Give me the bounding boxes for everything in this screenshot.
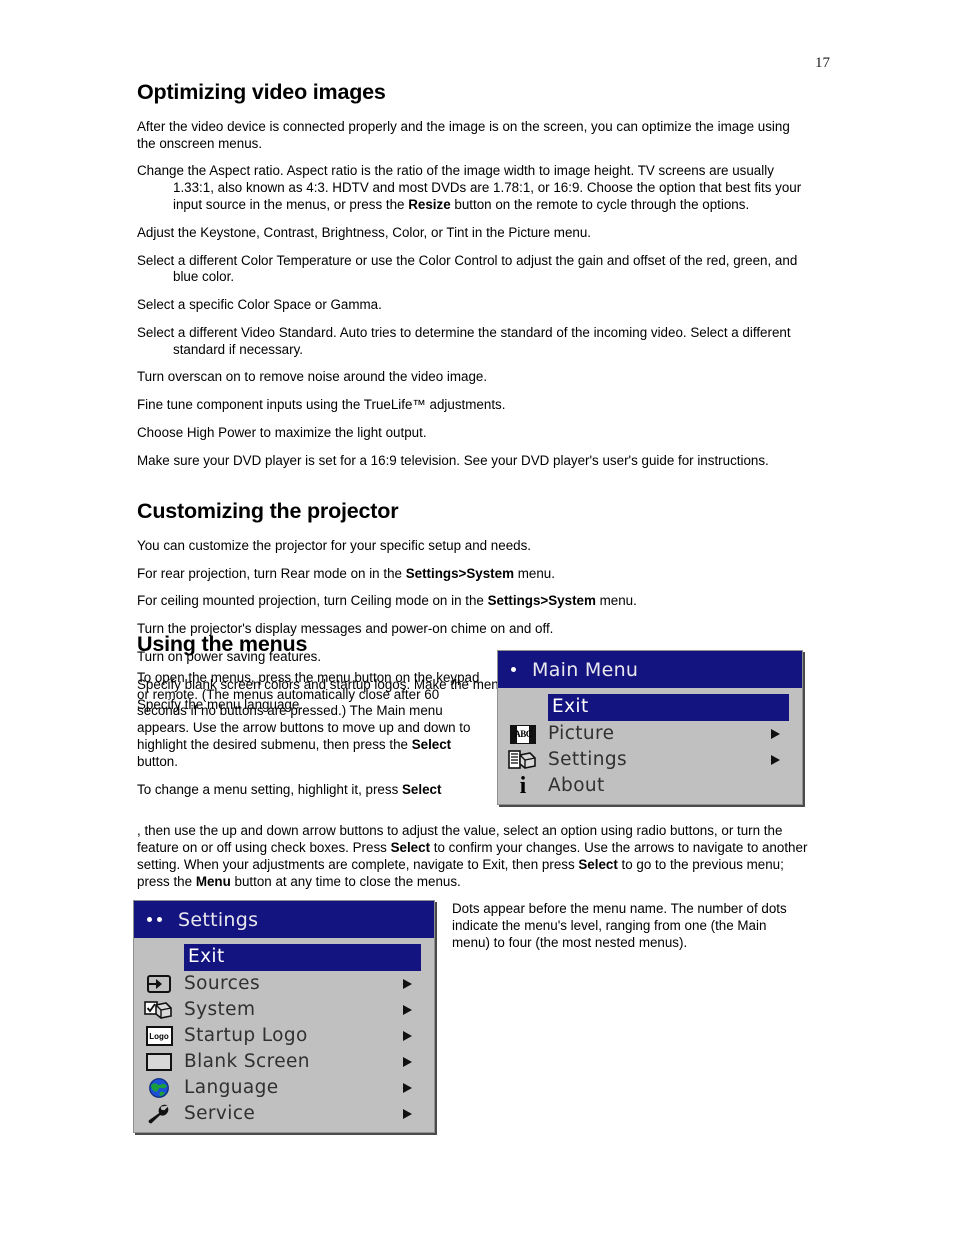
select-button-ref-3: Select: [390, 840, 431, 856]
optimizing-item-dvd-player: Make sure your DVD player is set for a 1…: [137, 452, 769, 468]
blank-screen-icon: [134, 1049, 184, 1075]
optimizing-item-aspect-ratio-tail: button on the remote to cycle through th…: [450, 196, 750, 212]
optimizing-item-video-standard: Select a different Video Standard. Auto …: [137, 324, 791, 357]
page-title-optimizing: Optimizing video images: [137, 80, 386, 104]
osd-main-menu-title-bar: Main Menu: [498, 651, 802, 688]
logo-box-icon-text: Logo: [145, 1026, 173, 1046]
osd-main-menu-item-about-label: About: [548, 774, 605, 796]
osd-main-menu-item-picture[interactable]: ABC Picture: [498, 721, 802, 747]
using-menus-paragraph-1: To open the menus, press the menu button…: [137, 670, 485, 771]
osd-settings-menu[interactable]: Settings Exit Sources System Logo Startu…: [133, 900, 435, 1133]
select-button-ref-4: Select: [578, 856, 618, 872]
chevron-right-icon: [403, 1031, 412, 1041]
using-menus-paragraph-2-a: To change a menu setting, highlight it, …: [137, 781, 402, 797]
customizing-item-ceiling-b: menu.: [595, 593, 637, 609]
osd-main-menu-item-settings[interactable]: Settings: [498, 747, 802, 773]
menu-level-dots-one: [511, 667, 516, 672]
customizing-item-rear-a: For rear projection, turn Rear mode on i…: [137, 565, 406, 581]
customizing-intro: You can customize the projector for your…: [137, 537, 532, 553]
chevron-right-icon: [771, 729, 780, 739]
dots-explanation-note: Dots appear before the menu name. The nu…: [452, 901, 787, 950]
customizing-item-rear: For rear projection, turn Rear mode on i…: [137, 566, 812, 583]
osd-settings-item-service-label: Service: [184, 1102, 256, 1124]
chevron-right-icon: [403, 1005, 412, 1015]
abc-picture-icon: ABC: [498, 721, 548, 747]
select-button-ref-1: Select: [411, 736, 452, 752]
chevron-right-icon: [403, 1057, 412, 1067]
select-button-ref-2: Select: [402, 781, 442, 797]
optimizing-item-overscan: Turn overscan on to remove noise around …: [137, 369, 488, 385]
optimizing-item-high-power: Choose High Power to maximize the light …: [137, 425, 427, 441]
customizing-item-rear-b: menu.: [514, 565, 555, 581]
using-menus-paragraph-2-rest: , then use the up and down arrow buttons…: [137, 823, 812, 890]
osd-settings-menu-title-bar: Settings: [134, 901, 434, 938]
logo-box-icon: Logo: [134, 1023, 184, 1049]
optimizing-intro: After the video device is connected prop…: [137, 118, 790, 151]
globe-icon: [134, 1075, 184, 1101]
projector-check-icon: [134, 997, 184, 1023]
osd-settings-item-language[interactable]: Language: [134, 1075, 434, 1101]
projector-settings-icon: [498, 747, 548, 773]
osd-settings-item-sources[interactable]: Sources: [134, 971, 434, 997]
level-dot: [157, 917, 162, 922]
level-dot: [511, 667, 516, 672]
osd-settings-item-exit-label: Exit: [188, 946, 225, 968]
page-number: 17: [815, 55, 830, 71]
osd-settings-item-system-label: System: [184, 998, 256, 1020]
osd-settings-item-exit[interactable]: Exit: [184, 944, 421, 971]
chevron-right-icon: [403, 1109, 412, 1119]
resize-button-ref: Resize: [408, 196, 451, 212]
osd-main-menu-item-picture-label: Picture: [548, 722, 615, 744]
osd-main-menu-item-exit[interactable]: Exit: [548, 694, 789, 721]
source-input-icon: [134, 971, 184, 997]
page-title-using-menus: Using the menus: [137, 632, 308, 656]
optimizing-item-color-temperature: Select a different Color Temperature or …: [137, 252, 798, 285]
osd-main-menu-item-exit-label: Exit: [552, 696, 589, 718]
optimizing-item-color-space: Select a specific Color Space or Gamma.: [137, 297, 382, 313]
info-icon: i: [498, 773, 548, 799]
osd-main-menu[interactable]: Main Menu Exit ABC Picture Settings i Ab…: [497, 650, 803, 805]
settings-system-ref-rear: Settings>System: [405, 565, 514, 581]
info-icon-glyph: i: [519, 773, 527, 799]
osd-main-menu-body: Exit ABC Picture Settings i About: [498, 688, 802, 804]
osd-settings-item-startup-logo[interactable]: Logo Startup Logo: [134, 1023, 434, 1049]
using-menus-left-column: Using the menus To open the menus, press…: [137, 632, 485, 809]
osd-settings-item-blank-screen[interactable]: Blank Screen: [134, 1049, 434, 1075]
using-menus-paragraph-2-head: To change a menu setting, highlight it, …: [137, 782, 485, 799]
chevron-right-icon: [403, 1083, 412, 1093]
osd-main-menu-item-about[interactable]: i About: [498, 773, 802, 799]
osd-settings-item-system[interactable]: System: [134, 997, 434, 1023]
chevron-right-icon: [403, 979, 412, 989]
level-dot: [147, 917, 152, 922]
wrench-icon: [134, 1101, 184, 1127]
document-page: 17 Optimizing video images After the vid…: [0, 0, 954, 1235]
abc-picture-icon-text: ABC: [514, 729, 532, 739]
osd-settings-item-language-label: Language: [184, 1076, 279, 1098]
osd-settings-menu-title-label: Settings: [178, 908, 259, 931]
page-title-customizing: Customizing the projector: [137, 499, 399, 524]
using-menus-paragraph-1-b: button.: [137, 753, 178, 769]
osd-settings-menu-body: Exit Sources System Logo Startup Logo Bl…: [134, 938, 434, 1132]
osd-settings-item-startup-logo-label: Startup Logo: [184, 1024, 308, 1046]
using-menus-paragraph-2-e: button at any time to close the menus.: [230, 873, 461, 889]
chevron-right-icon: [771, 755, 780, 765]
optimizing-item-truelife: Fine tune component inputs using the Tru…: [137, 397, 506, 413]
optimizing-item-picture-menu: Adjust the Keystone, Contrast, Brightnes…: [137, 224, 592, 240]
menu-level-dots-two: [147, 917, 162, 922]
optimizing-item-aspect-ratio: Change the Aspect ratio. Aspect ratio is…: [137, 163, 812, 213]
osd-main-menu-item-settings-label: Settings: [548, 748, 628, 770]
osd-settings-item-sources-label: Sources: [184, 972, 260, 994]
osd-settings-item-service[interactable]: Service: [134, 1101, 434, 1127]
customizing-item-ceiling: For ceiling mounted projection, turn Cei…: [137, 593, 812, 610]
settings-system-ref-ceiling: Settings>System: [487, 593, 596, 609]
customizing-item-ceiling-a: For ceiling mounted projection, turn Cei…: [137, 593, 488, 609]
menu-button-ref: Menu: [195, 873, 231, 889]
osd-main-menu-title-label: Main Menu: [532, 658, 639, 681]
main-content: Optimizing video images After the video …: [137, 80, 812, 717]
osd-settings-item-blank-screen-label: Blank Screen: [184, 1050, 310, 1072]
